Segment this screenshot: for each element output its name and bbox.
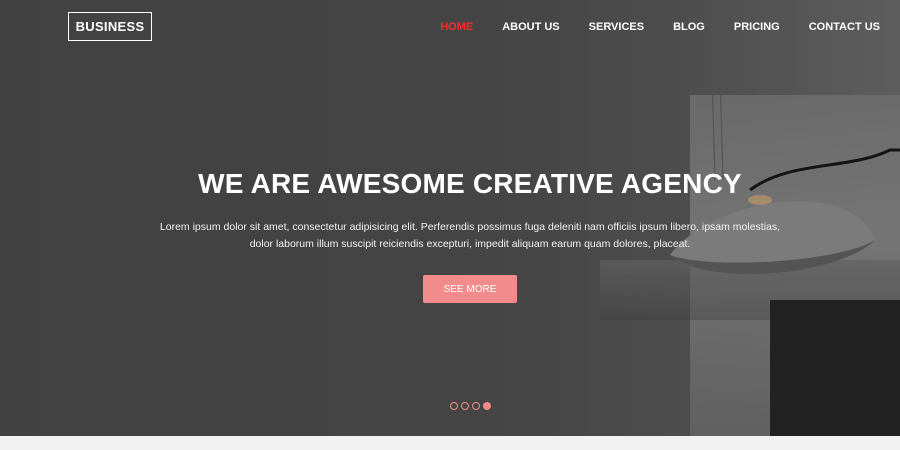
hero-description-line-2: dolor laborum illum suscipit reiciendis …: [249, 238, 691, 250]
hero-description: Lorem ipsum dolor sit amet, consectetur …: [150, 219, 790, 253]
brand-logo[interactable]: BUSINESS: [68, 12, 152, 41]
next-section-edge: [0, 436, 900, 450]
hero-section: BUSINESS HOME ABOUT US SERVICES BLOG PRI…: [0, 0, 900, 436]
nav-item-contact-us[interactable]: CONTACT US: [809, 20, 880, 34]
slider-dot-4[interactable]: [483, 402, 491, 410]
slider-dot-3[interactable]: [472, 402, 480, 410]
slider-pagination: [450, 402, 491, 410]
nav-item-blog[interactable]: BLOG: [673, 20, 705, 34]
hero-description-line-1: Lorem ipsum dolor sit amet, consectetur …: [159, 221, 781, 233]
hero-overlay: [0, 0, 900, 436]
slider-dot-2[interactable]: [461, 402, 469, 410]
slider-dot-1[interactable]: [450, 402, 458, 410]
nav-item-services[interactable]: SERVICES: [589, 20, 644, 34]
see-more-button[interactable]: SEE MORE: [423, 275, 517, 303]
hero-headline: WE ARE AWESOME CREATIVE AGENCY: [198, 168, 742, 199]
nav-item-home[interactable]: HOME: [440, 20, 473, 34]
nav-item-about-us[interactable]: ABOUT US: [502, 20, 559, 34]
main-nav: HOME ABOUT US SERVICES BLOG PRICING CONT…: [411, 20, 880, 34]
nav-item-pricing[interactable]: PRICING: [734, 20, 780, 34]
